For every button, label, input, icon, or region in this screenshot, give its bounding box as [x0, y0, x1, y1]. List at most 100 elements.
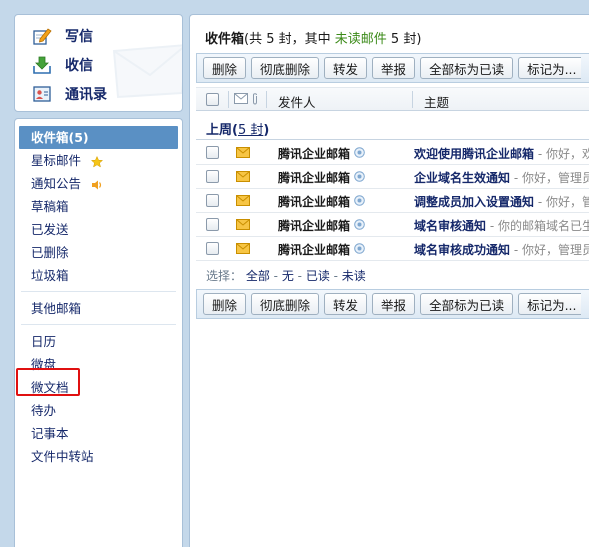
mail-row[interactable]: 腾讯企业邮箱 域名审核成功通知 - 你好，管理员	[196, 237, 589, 261]
mail-sender: 腾讯企业邮箱	[278, 195, 351, 209]
mail-list: 腾讯企业邮箱 欢迎使用腾讯企业邮箱 - 你好，欢迎 腾讯企业邮箱 企业域名生效通…	[196, 141, 589, 261]
address-book-icon	[31, 84, 53, 104]
report-button[interactable]: 举报	[372, 57, 416, 79]
compose-panel: 写信 收信 通讯录	[14, 14, 183, 112]
select-all-link[interactable]: 全部	[246, 269, 270, 283]
mail-subject-title: 调整成员加入设置通知	[414, 195, 535, 209]
app-weidoc-label: 微文档	[31, 380, 69, 395]
mail-row[interactable]: 腾讯企业邮箱 域名审核通知 - 你的邮箱域名已生效	[196, 213, 589, 237]
write-mail-button[interactable]: 写信	[31, 21, 182, 50]
speaker-icon	[92, 180, 102, 189]
pencil-icon	[31, 26, 53, 46]
mail-subject-title: 欢迎使用腾讯企业邮箱	[414, 147, 535, 161]
mail-preview: - 你好，管理员	[510, 243, 589, 257]
mail-checkbox[interactable]	[206, 218, 219, 231]
folder-other-mailboxes[interactable]: 其他邮箱	[15, 297, 182, 320]
app-todo[interactable]: 待办	[15, 399, 182, 422]
mark-as-dropdown[interactable]: 标记为...	[518, 293, 581, 315]
date-group-title: 上周	[206, 123, 233, 138]
report-button[interactable]: 举报	[372, 293, 416, 315]
write-mail-label: 写信	[65, 28, 93, 45]
folder-divider	[21, 324, 176, 325]
mail-preview: - 你好，管理员	[510, 171, 589, 185]
date-group-label: 上周(5 封)	[206, 123, 270, 138]
column-divider	[266, 91, 267, 108]
contacts-button[interactable]: 通讯录	[31, 79, 182, 108]
app-calendar[interactable]: 日历	[15, 330, 182, 353]
unread-envelope-icon	[236, 171, 250, 182]
folder-spam-label: 垃圾箱	[31, 268, 69, 283]
delete-permanent-button[interactable]: 彻底删除	[251, 293, 320, 315]
selection-separator: -	[269, 269, 282, 283]
app-weipan[interactable]: 微盘	[15, 353, 182, 376]
mail-checkbox[interactable]	[206, 146, 219, 159]
receive-mail-button[interactable]: 收信	[31, 50, 182, 79]
app-notes[interactable]: 记事本	[15, 422, 182, 445]
selection-bar: 选择： 全部 - 无 - 已读 - 未读	[206, 267, 366, 284]
column-icons	[234, 93, 259, 105]
subject-column-header[interactable]: 主题	[424, 92, 449, 111]
app-notes-label: 记事本	[31, 426, 69, 441]
inbox-summary-suffix: 5 封)	[386, 32, 422, 47]
folder-starred-label: 星标邮件	[31, 153, 82, 168]
selection-separator: -	[293, 269, 306, 283]
folder-sent-label: 已发送	[31, 222, 69, 237]
select-none-link[interactable]: 无	[282, 269, 294, 283]
mark-all-read-button[interactable]: 全部标为已读	[420, 57, 514, 79]
folder-starred[interactable]: 星标邮件	[15, 149, 182, 172]
mail-sender: 腾讯企业邮箱	[278, 219, 351, 233]
select-unread-link[interactable]: 未读	[342, 269, 366, 283]
mail-subject: 欢迎使用腾讯企业邮箱 - 你好，欢迎	[414, 145, 589, 162]
toolbar-top: 删除 彻底删除 转发 举报 全部标为已读 标记为...	[196, 53, 589, 83]
unread-mail-link[interactable]: 未读邮件	[335, 32, 387, 47]
unread-envelope-icon	[236, 243, 250, 254]
delete-permanent-button[interactable]: 彻底删除	[251, 57, 320, 79]
mail-checkbox[interactable]	[206, 194, 219, 207]
mail-row[interactable]: 腾讯企业邮箱 调整成员加入设置通知 - 你好，管理	[196, 189, 589, 213]
app-weidoc[interactable]: 微文档	[15, 376, 182, 399]
mark-as-dropdown[interactable]: 标记为...	[518, 57, 581, 79]
mail-checkbox[interactable]	[206, 170, 219, 183]
folder-sent[interactable]: 已发送	[15, 218, 182, 241]
mail-row[interactable]: 腾讯企业邮箱 企业域名生效通知 - 你好，管理员	[196, 165, 589, 189]
column-header: 发件人 主题	[196, 87, 589, 111]
select-all-checkbox[interactable]	[206, 93, 219, 106]
forward-button[interactable]: 转发	[324, 57, 368, 79]
group-divider	[196, 139, 589, 140]
folder-deleted[interactable]: 已删除	[15, 241, 182, 264]
unread-envelope-icon	[236, 195, 250, 206]
app-weipan-label: 微盘	[31, 357, 57, 372]
mail-row[interactable]: 腾讯企业邮箱 欢迎使用腾讯企业邮箱 - 你好，欢迎	[196, 141, 589, 165]
toolbar-bottom: 删除 彻底删除 转发 举报 全部标为已读 标记为...	[196, 289, 589, 319]
mail-checkbox[interactable]	[206, 242, 219, 255]
unread-envelope-icon	[236, 147, 250, 158]
column-divider	[228, 91, 229, 108]
folder-inbox-label: 收件箱(5)	[31, 130, 89, 145]
app-file-transfer[interactable]: 文件中转站	[15, 445, 182, 468]
date-group-count-link[interactable]: 5 封	[238, 123, 263, 138]
inbox-summary-prefix: (共 5 封，其中	[244, 32, 335, 47]
star-icon	[91, 155, 103, 168]
folder-drafts-label: 草稿箱	[31, 199, 69, 214]
folder-inbox[interactable]: 收件箱(5)	[19, 126, 178, 149]
folder-drafts[interactable]: 草稿箱	[15, 195, 182, 218]
delete-button[interactable]: 删除	[203, 57, 247, 79]
mail-subject: 企业域名生效通知 - 你好，管理员	[414, 169, 589, 186]
mail-list-panel: 收件箱(共 5 封，其中 未读邮件 5 封) 删除 彻底删除 转发 举报 全部标…	[189, 14, 589, 547]
folder-spam[interactable]: 垃圾箱	[15, 264, 182, 287]
mail-subject: 域名审核通知 - 你的邮箱域名已生效	[414, 217, 589, 234]
verified-sender-icon	[354, 243, 365, 254]
sender-column-header[interactable]: 发件人	[278, 92, 316, 111]
selection-separator: -	[329, 269, 342, 283]
mail-preview: - 你的邮箱域名已生效	[489, 219, 589, 233]
page-title: 收件箱(共 5 封，其中 未读邮件 5 封)	[205, 28, 421, 47]
select-read-link[interactable]: 已读	[306, 269, 330, 283]
unread-envelope-icon	[236, 219, 250, 230]
folder-notices-label: 通知公告	[31, 176, 82, 191]
forward-button[interactable]: 转发	[324, 293, 368, 315]
folder-notices[interactable]: 通知公告	[15, 172, 182, 195]
delete-button[interactable]: 删除	[203, 293, 247, 315]
mail-preview: - 你好，管理	[537, 195, 589, 209]
mark-all-read-button[interactable]: 全部标为已读	[420, 293, 514, 315]
column-divider	[412, 91, 413, 108]
